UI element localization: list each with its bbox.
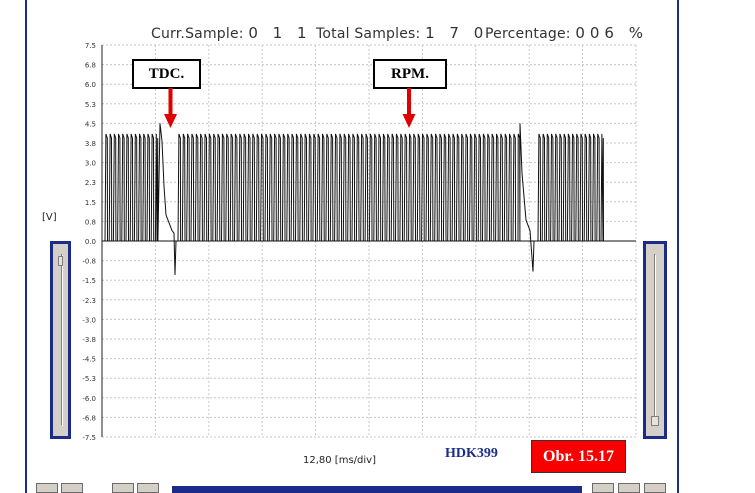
y-tick-label: 7.5 bbox=[85, 42, 96, 50]
horizontal-scrollbar[interactable] bbox=[172, 486, 582, 493]
y-tick-labels: 7.5 6.8 6.0 5.3 4.5 3.8 3.0 2.3 1.5 0.8 0.0 -0.8 -1.… bbox=[82, 42, 96, 442]
bottom-button-4[interactable] bbox=[137, 483, 159, 493]
left-slider-thumb[interactable] bbox=[58, 256, 63, 266]
y-tick-label: 5.3 bbox=[85, 101, 96, 109]
bottom-button-5[interactable] bbox=[592, 483, 614, 493]
bottom-button-7[interactable] bbox=[644, 483, 666, 493]
y-tick-label: 1.5 bbox=[85, 199, 96, 207]
x-scale-label: 12,80 [ms/div] bbox=[303, 455, 376, 466]
vehicle-code: HDK399 bbox=[445, 446, 498, 461]
right-slider-thumb[interactable] bbox=[651, 416, 659, 426]
y-tick-label: -0.8 bbox=[82, 258, 96, 266]
y-tick-label: 3.8 bbox=[85, 140, 96, 148]
y-tick-label: 6.8 bbox=[85, 62, 96, 70]
y-tick-label: -4.5 bbox=[82, 356, 96, 364]
y-tick-label: -6.8 bbox=[82, 414, 96, 422]
y-tick-label: -1.5 bbox=[82, 277, 96, 285]
rpm-callout: RPM. bbox=[373, 59, 447, 89]
y-tick-label: -3.8 bbox=[82, 336, 96, 344]
tdc-callout: TDC. bbox=[132, 59, 201, 89]
y-tick-label: -6.0 bbox=[82, 395, 96, 403]
y-tick-label: 6.0 bbox=[85, 81, 96, 89]
bottom-button-1[interactable] bbox=[36, 483, 58, 493]
y-tick-label: 3.0 bbox=[85, 160, 96, 168]
figure-label-badge: Obr. 15.17 bbox=[531, 440, 626, 473]
y-tick-label: 0.8 bbox=[85, 218, 96, 226]
y-tick-label: 2.3 bbox=[85, 179, 96, 187]
y-tick-label: 4.5 bbox=[85, 120, 96, 128]
y-tick-label: 0.0 bbox=[85, 238, 96, 246]
y-tick-label: -3.0 bbox=[82, 316, 96, 324]
bottom-button-2[interactable] bbox=[61, 483, 83, 493]
y-tick-label: -5.3 bbox=[82, 375, 96, 383]
bottom-button-3[interactable] bbox=[112, 483, 134, 493]
y-tick-label: -7.5 bbox=[82, 434, 96, 442]
right-slider-track bbox=[654, 254, 656, 426]
right-vertical-slider[interactable] bbox=[643, 241, 667, 439]
y-tick-label: -2.3 bbox=[82, 297, 96, 305]
left-slider-track bbox=[61, 254, 63, 426]
bottom-button-6[interactable] bbox=[618, 483, 640, 493]
left-vertical-slider[interactable] bbox=[50, 241, 71, 439]
